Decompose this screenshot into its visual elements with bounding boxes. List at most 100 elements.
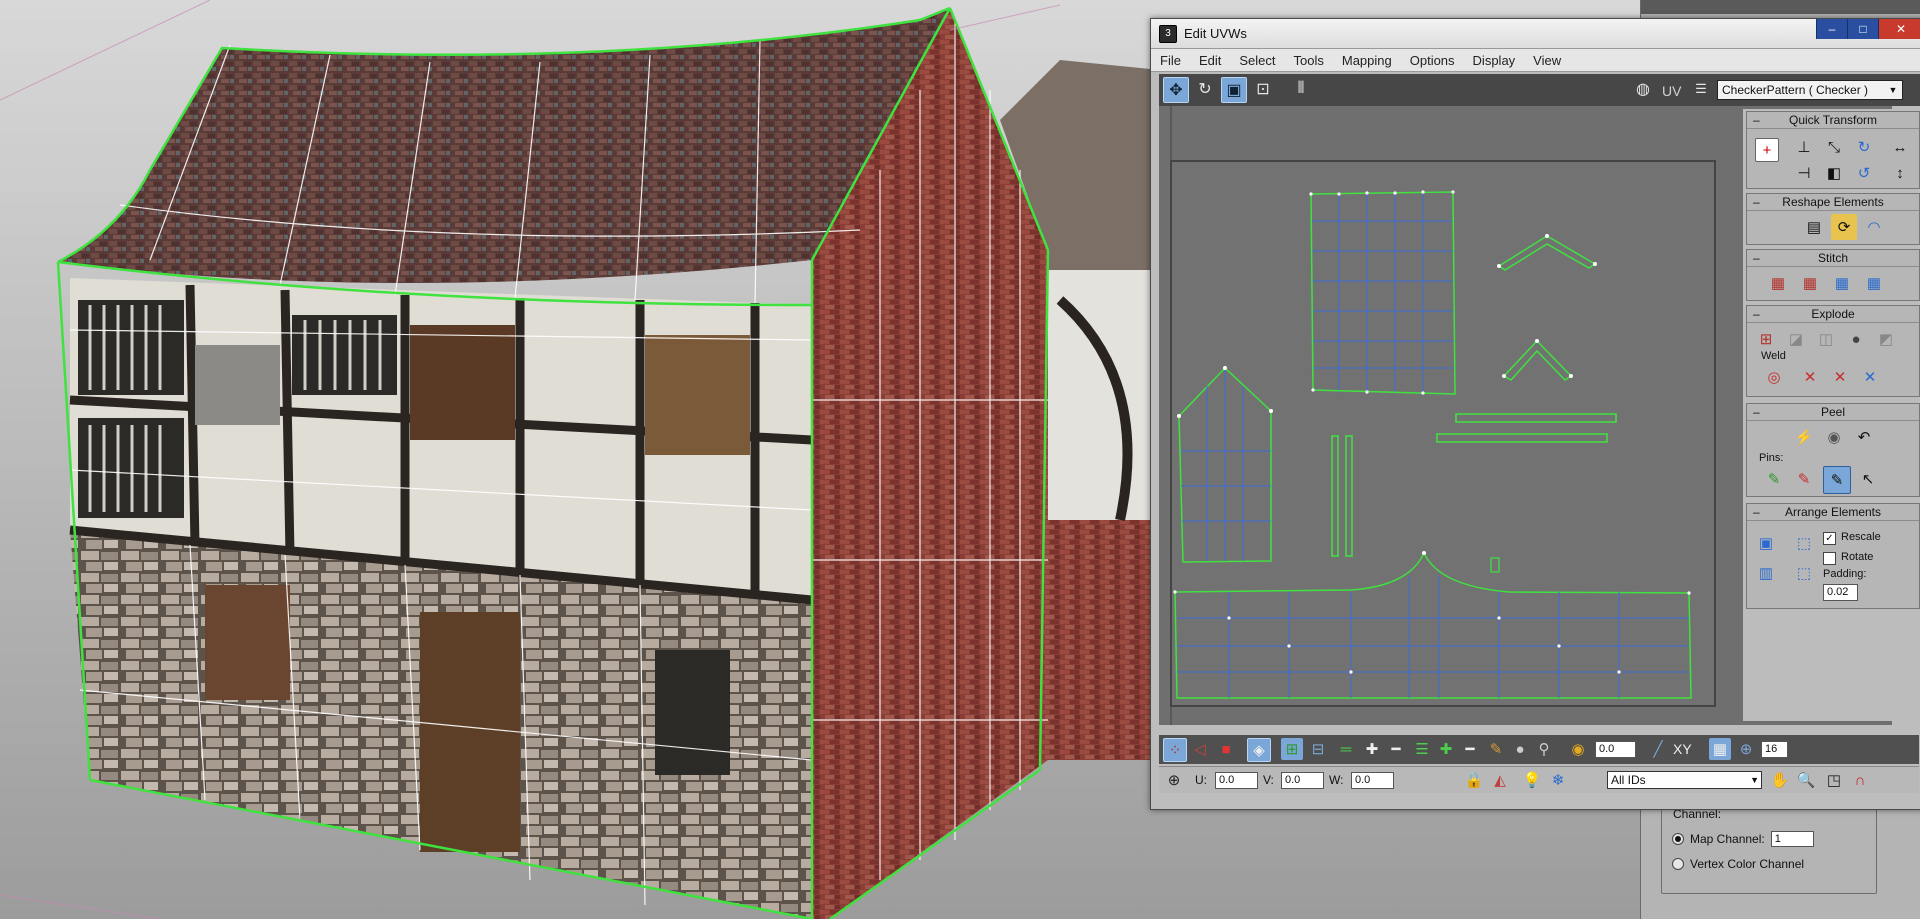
flatten-icon[interactable]: ◫ [1813, 326, 1839, 352]
vertex-color-row[interactable]: Vertex Color Channel [1672, 857, 1804, 871]
stitch-custom-icon[interactable]: ▦ [1765, 270, 1791, 296]
menu-display[interactable]: Display [1464, 53, 1525, 68]
unpin-icon[interactable]: ✎ [1791, 466, 1817, 492]
list-icon[interactable]: ☰ [1689, 77, 1713, 101]
arrange-elements-header[interactable]: – Arrange Elements [1747, 504, 1919, 521]
paint-grow-icon[interactable]: ● [1509, 738, 1531, 760]
edge-mode-icon[interactable]: ◁ [1189, 738, 1211, 760]
edit-uvws-window[interactable]: 3 Edit UVWs – □ ✕ File Edit Select Tools… [1150, 18, 1920, 810]
hide-icon[interactable]: ◭ [1489, 769, 1511, 791]
rotate-checkbox[interactable] [1823, 552, 1836, 565]
pack-together-icon[interactable]: ▥ [1753, 560, 1779, 586]
v-value-input[interactable]: 0.0 [1281, 772, 1324, 789]
loop-add-icon[interactable]: ✚ [1435, 738, 1457, 760]
weld-target-icon[interactable]: ◎ [1761, 364, 1787, 390]
lock-icon[interactable]: 🔒 [1463, 769, 1485, 791]
sphere-icon[interactable]: ● [1843, 326, 1869, 352]
align-diagonal-icon[interactable]: ⤡ [1821, 134, 1847, 160]
freeze-icon[interactable]: ❄ [1547, 769, 1569, 791]
zoom-icon[interactable]: 🔍 [1795, 769, 1817, 791]
vertex-mode-icon[interactable]: ⁘ [1163, 738, 1187, 762]
magnet-icon[interactable]: ∩ [1849, 769, 1871, 791]
straighten-icon[interactable]: ▤ [1801, 214, 1827, 240]
menu-view[interactable]: View [1524, 53, 1570, 68]
circle-icon[interactable]: ◠ [1861, 214, 1887, 240]
vertex-color-radio[interactable] [1672, 858, 1684, 870]
rotate-icon[interactable]: ↻ [1193, 77, 1217, 101]
paint-select-icon[interactable]: ✎ [1485, 738, 1507, 760]
menu-file[interactable]: File [1151, 53, 1190, 68]
stitch-to-source-icon[interactable]: ▦ [1861, 270, 1887, 296]
stitch-to-target-icon[interactable]: ▦ [1797, 270, 1823, 296]
paint-shrink-icon[interactable]: ⚲ [1533, 738, 1555, 760]
texture-select[interactable]: CheckerPattern ( Checker ) ▼ [1717, 80, 1903, 100]
align-vertical-icon[interactable]: ⊣ [1791, 160, 1817, 186]
align-to-edge-icon[interactable]: ◧ [1821, 160, 1847, 186]
reshape-elements-header[interactable]: – Reshape Elements [1747, 194, 1919, 211]
pivot-icon[interactable]: + [1755, 138, 1779, 162]
select-pins-icon[interactable]: ↖ [1855, 466, 1881, 492]
weld-all-icon[interactable]: ✕ [1827, 364, 1853, 390]
soft-select-icon[interactable]: ◉ [1567, 738, 1589, 760]
map-channel-row[interactable]: Map Channel: 1 [1672, 831, 1814, 847]
loop-icon[interactable]: ═ [1335, 738, 1357, 760]
explode-header[interactable]: – Explode [1747, 306, 1919, 323]
weld-edges-icon[interactable]: ✕ [1857, 364, 1883, 390]
menu-tools[interactable]: Tools [1285, 53, 1333, 68]
reset-peel-icon[interactable]: ↶ [1851, 424, 1877, 450]
rotate-plus-icon[interactable]: ↻ [1851, 134, 1877, 160]
scale-icon[interactable]: ▣ [1221, 77, 1247, 103]
peel-header[interactable]: – Peel [1747, 404, 1919, 421]
maximize-button[interactable]: □ [1847, 19, 1878, 39]
relax-icon[interactable]: ⟳ [1831, 214, 1857, 240]
loop-grow-icon[interactable]: ☰ [1411, 738, 1433, 760]
rescale-checkbox[interactable]: ✓ [1823, 532, 1836, 545]
minimize-button[interactable]: – [1816, 19, 1847, 39]
title-bar[interactable]: 3 Edit UVWs – □ ✕ [1151, 19, 1920, 49]
absolute-offset-icon[interactable]: ⊕ [1163, 769, 1185, 791]
align-horizontal-icon[interactable]: ⊥ [1791, 134, 1817, 160]
xy-label[interactable]: XY [1673, 741, 1692, 757]
rotate-minus-icon[interactable]: ↺ [1851, 160, 1877, 186]
ring-grow-icon[interactable]: ✚ [1361, 738, 1383, 760]
move-icon[interactable]: ✥ [1163, 77, 1189, 103]
stitch-header[interactable]: – Stitch [1747, 250, 1919, 267]
menu-mapping[interactable]: Mapping [1333, 53, 1401, 68]
space-vertical-icon[interactable]: ↕ [1887, 160, 1913, 186]
menu-select[interactable]: Select [1230, 53, 1284, 68]
zoom-extents-icon[interactable]: ◳ [1823, 769, 1845, 791]
pin-icon[interactable]: ✎ [1761, 466, 1787, 492]
map-channel-radio[interactable] [1672, 833, 1684, 845]
pan-icon[interactable]: ✋ [1769, 769, 1791, 791]
stitch-average-icon[interactable]: ▦ [1829, 270, 1855, 296]
bulb-icon[interactable]: 💡 [1521, 769, 1543, 791]
u-value-input[interactable]: 0.0 [1215, 772, 1258, 789]
menu-options[interactable]: Options [1401, 53, 1464, 68]
material-id-select[interactable]: All IDs ▼ [1607, 771, 1762, 789]
shrink-selection-icon[interactable]: ⊟ [1307, 738, 1329, 760]
pack-custom-icon[interactable]: ⬚ [1791, 530, 1817, 556]
auto-pin-icon[interactable]: ✎ [1823, 466, 1851, 494]
falloff-icon[interactable]: ╱ [1647, 738, 1669, 760]
quick-peel-icon[interactable]: ⚡ [1791, 424, 1817, 450]
break-icon[interactable]: ⊞ [1753, 326, 1779, 352]
ring-shrink-icon[interactable]: ━ [1385, 738, 1407, 760]
map-channel-spinner[interactable]: 1 [1770, 831, 1814, 847]
grid-icon[interactable]: ⊕ [1735, 738, 1757, 760]
loop-shrink-icon[interactable]: ━ [1459, 738, 1481, 760]
weld-selected-icon[interactable]: ✕ [1797, 364, 1823, 390]
padding-input[interactable]: 0.02 [1823, 584, 1858, 601]
face-mode-icon[interactable]: ■ [1215, 738, 1237, 760]
checker-globe-icon[interactable]: ◍ [1631, 77, 1655, 101]
stack-icon[interactable]: ◩ [1873, 326, 1899, 352]
menu-edit[interactable]: Edit [1190, 53, 1230, 68]
space-horizontal-icon[interactable]: ↔ [1887, 134, 1913, 160]
mirror-icon[interactable]: ⫴ [1289, 77, 1313, 101]
element-mode-icon[interactable]: ◈ [1247, 738, 1271, 762]
soft-select-value[interactable]: 0.0 [1595, 741, 1636, 758]
peel-mode-icon[interactable]: ◉ [1821, 424, 1847, 450]
grow-selection-icon[interactable]: ⊞ [1281, 738, 1303, 760]
w-value-input[interactable]: 0.0 [1351, 772, 1394, 789]
close-button[interactable]: ✕ [1878, 19, 1920, 39]
pack-rescale-icon[interactable]: ⬚ [1791, 560, 1817, 586]
